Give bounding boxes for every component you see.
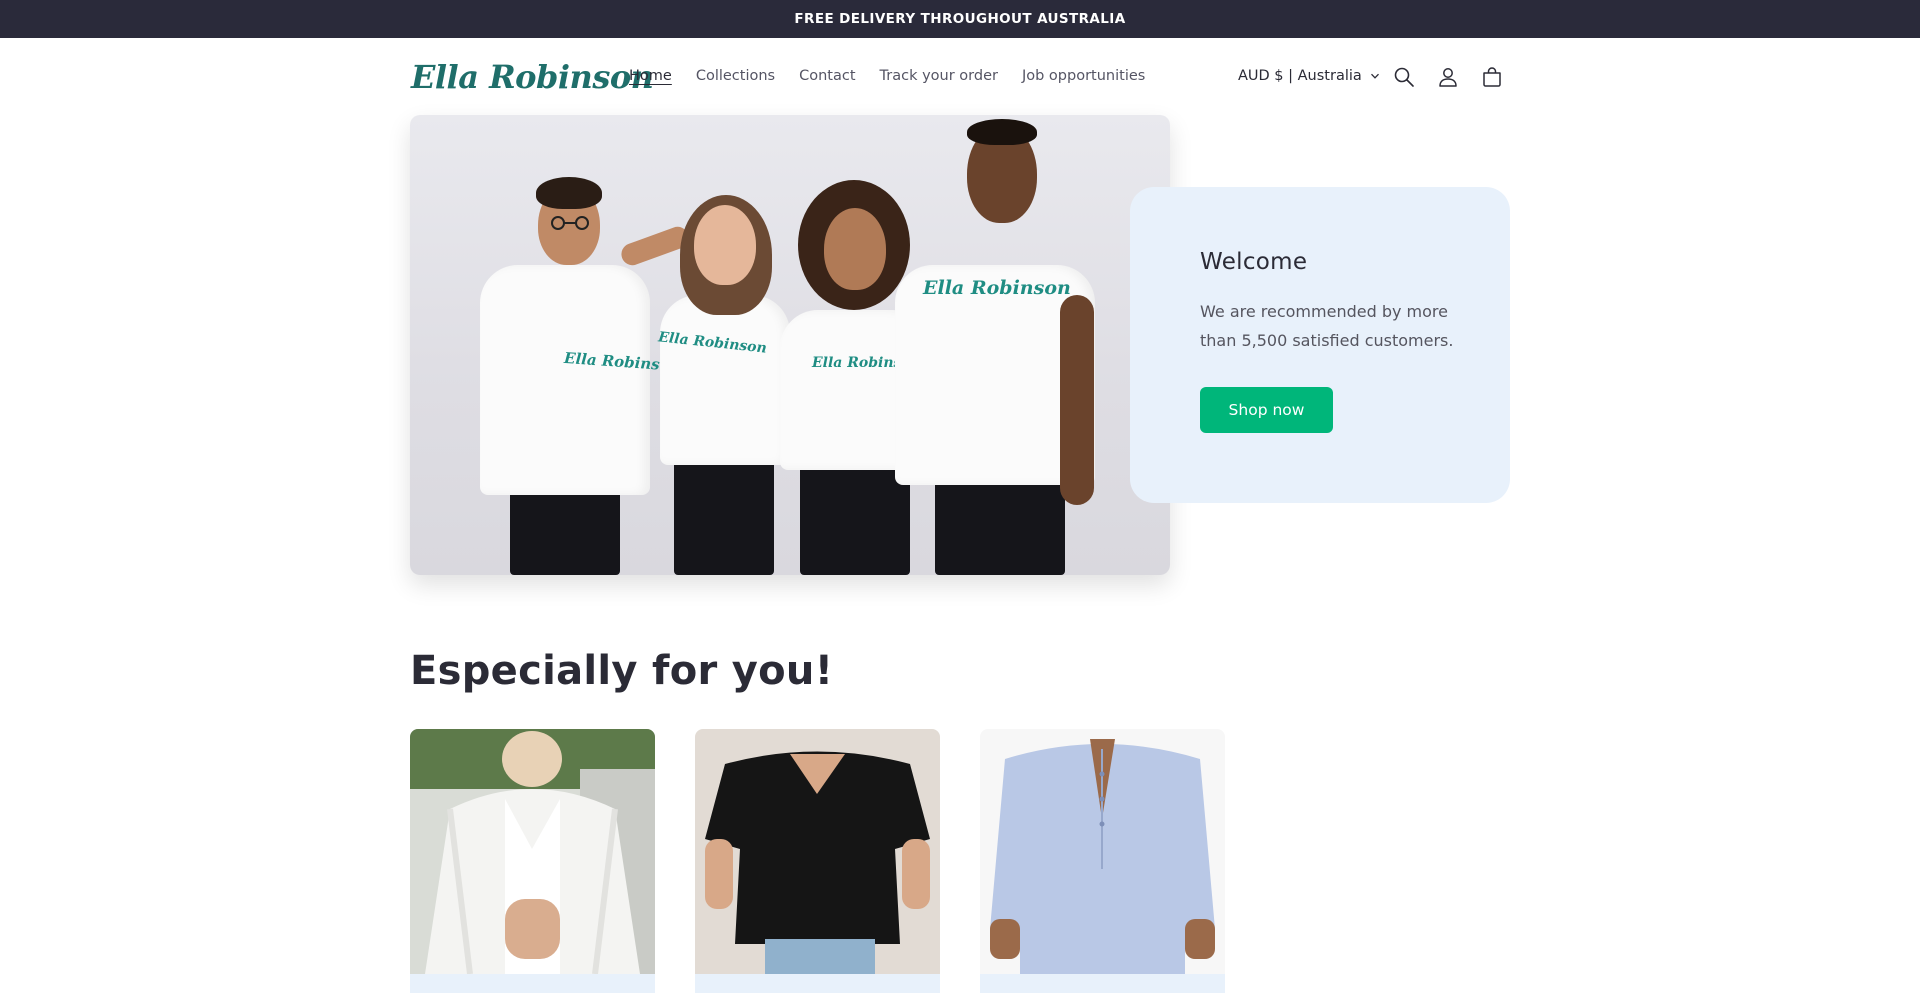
product-info-band xyxy=(410,974,655,993)
glasses-icon xyxy=(551,216,589,230)
account-icon[interactable] xyxy=(1437,66,1459,88)
announcement-bar: FREE DELIVERY THROUGHOUT AUSTRALIA xyxy=(0,0,1920,38)
shop-now-button[interactable]: Shop now xyxy=(1200,387,1333,433)
nav-item-collections[interactable]: Collections xyxy=(696,68,775,84)
hero-person: Ella Robinson xyxy=(895,115,1095,575)
section-title: Especially for you! xyxy=(410,648,834,694)
product-info-band xyxy=(695,974,940,993)
hero-person: Ella Robinson xyxy=(480,155,692,575)
welcome-title: Welcome xyxy=(1200,249,1308,275)
product-info-band xyxy=(980,974,1225,993)
announcement-text: FREE DELIVERY THROUGHOUT AUSTRALIA xyxy=(794,11,1126,27)
brand-logo[interactable]: Ella Robinson xyxy=(411,58,654,96)
nav-item-home[interactable]: Home xyxy=(629,68,672,84)
nav-item-track-order[interactable]: Track your order xyxy=(880,68,998,84)
main-nav: Home Collections Contact Track your orde… xyxy=(629,38,1169,114)
product-image-blue-linen-shirt[interactable] xyxy=(980,729,1225,974)
nav-item-contact[interactable]: Contact xyxy=(799,68,855,84)
currency-country-label: AUD $ | Australia xyxy=(1238,68,1362,84)
product-card[interactable] xyxy=(980,729,1225,993)
product-card[interactable] xyxy=(410,729,655,993)
product-card[interactable] xyxy=(695,729,940,993)
tee-print-text: Ella Robinson xyxy=(923,277,1071,299)
welcome-card: Welcome We are recommended by more than … xyxy=(1130,187,1510,503)
product-image-white-lace-cardigan[interactable] xyxy=(410,729,655,974)
welcome-text: We are recommended by more than 5,500 sa… xyxy=(1200,302,1454,350)
search-icon[interactable] xyxy=(1393,66,1415,88)
nav-item-job-opportunities[interactable]: Job opportunities xyxy=(1022,68,1145,84)
hero-image: Ella Robinson Ella Robinson Ella Robinso… xyxy=(410,115,1170,575)
chevron-down-icon xyxy=(1370,73,1379,79)
hero-person: Ella Robinson xyxy=(657,185,790,575)
site-header: Ella Robinson Home Collections Contact T… xyxy=(0,38,1920,114)
product-image-black-v-neck-top[interactable] xyxy=(695,729,940,974)
cart-icon[interactable] xyxy=(1481,66,1503,88)
currency-country-selector[interactable]: AUD $ | Australia xyxy=(1238,38,1380,114)
